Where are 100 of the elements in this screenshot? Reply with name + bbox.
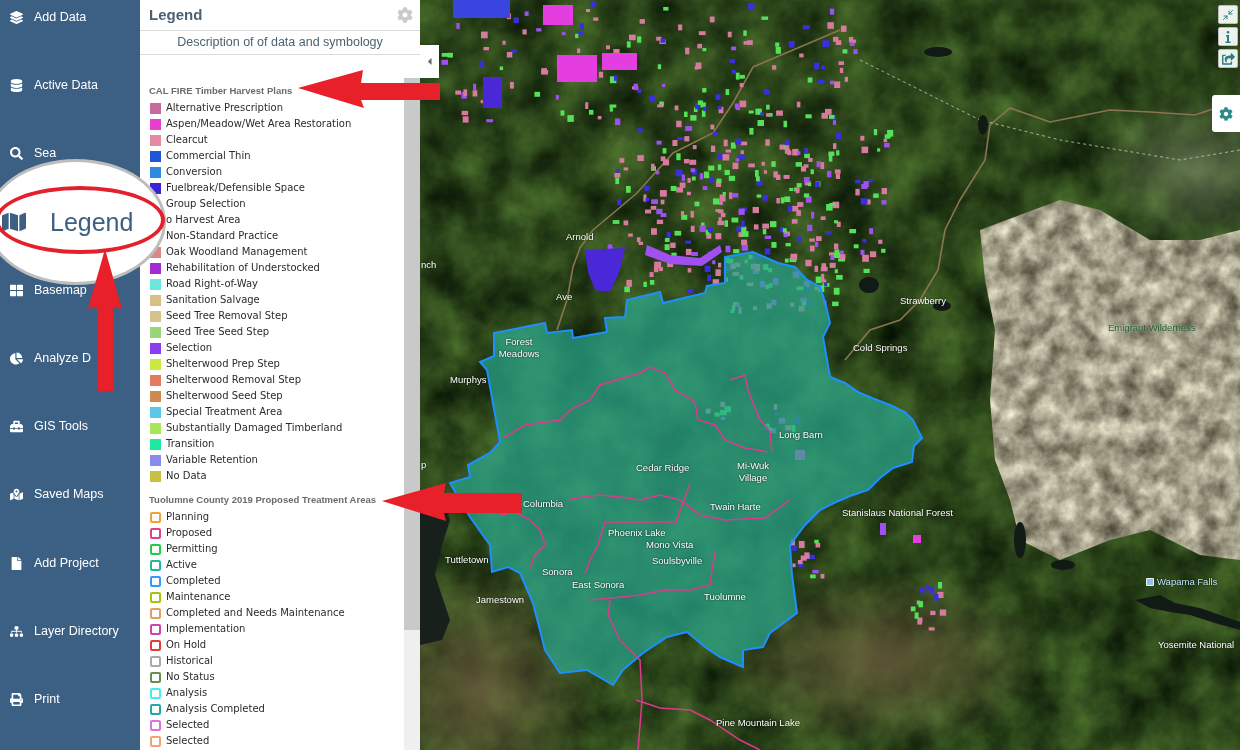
sidebar-item[interactable]: Sea <box>0 147 61 161</box>
map-label: Yosemite National <box>1158 639 1235 651</box>
legend-label: No Status <box>166 671 215 683</box>
sidebar-item[interactable]: GIS Tools <box>0 420 92 434</box>
sidebar-item[interactable]: Active Data <box>0 79 102 93</box>
harvest-area-patch <box>602 53 637 70</box>
sidebar-item[interactable]: Layer Directory <box>0 624 123 638</box>
legend-label: Shelterwood Removal Step <box>166 374 302 386</box>
map-label: Ave <box>556 291 573 303</box>
panel-subtitle: Description of of data and symbology <box>177 34 383 52</box>
legend-label: Active <box>166 559 197 571</box>
share-icon <box>1221 52 1235 65</box>
map-label: East Sonora <box>572 579 625 591</box>
toolbox-icon <box>10 420 23 434</box>
map-label: Arnold <box>566 231 594 243</box>
harvest-area-patch <box>543 5 573 25</box>
legend-label: Variable Retention <box>166 454 258 466</box>
legend-label: Planning <box>166 511 210 523</box>
caret-icon <box>425 56 434 67</box>
map-label: Soulsbyville <box>652 555 703 567</box>
hierarchy-icon <box>10 624 23 638</box>
map-label: p <box>421 459 427 471</box>
legend-label: Substantially Damaged Timberland <box>166 422 343 434</box>
map-label: Stanislaus National Forest <box>842 507 953 519</box>
search-icon <box>10 147 23 161</box>
harvest-area-patch <box>557 55 597 82</box>
map-label: Cold Springs <box>853 342 908 354</box>
magnified-label[interactable]: Legend <box>50 207 134 236</box>
legend-label: Analysis <box>166 687 208 699</box>
sidebar-item[interactable]: Saved Maps <box>0 488 108 502</box>
harvest-patch-cluster <box>860 129 894 154</box>
harvest-patch-cluster <box>910 582 947 631</box>
legend-label: Commercial Thin <box>166 150 251 162</box>
legend-label: Seed Tree Removal Step <box>166 310 288 322</box>
harvest-area-patch <box>913 535 921 543</box>
legend-label: Selected <box>166 735 210 747</box>
map-label: Mono Vista <box>646 539 694 551</box>
legend-label: On Hold <box>166 639 207 651</box>
map-label: Strawberry <box>900 295 946 307</box>
lake <box>1014 522 1026 558</box>
sidebar-item[interactable]: Add Data <box>0 11 91 24</box>
pie-chart-icon <box>10 351 23 365</box>
legend-section-heading: Tuolumne County 2019 Proposed Treatment Areas <box>149 494 377 506</box>
lake <box>1051 560 1075 570</box>
share-button[interactable] <box>1218 49 1238 68</box>
map-label: Long Barn <box>779 429 823 441</box>
settings-icon <box>1219 106 1233 121</box>
legend-label: Shelterwood Prep Step <box>166 358 280 370</box>
harvest-area-patch <box>585 248 625 292</box>
sidebar-item[interactable]: Add Project <box>0 556 103 570</box>
map-label: Phoenix Lake <box>608 527 666 539</box>
diagonal-arrows-icon <box>1222 8 1234 21</box>
lake <box>859 277 879 293</box>
file-icon <box>10 556 23 570</box>
map-label: Emigrant Wilderness <box>1108 322 1196 334</box>
legend-label: Implementation <box>166 623 246 635</box>
minimize-button[interactable] <box>1218 5 1238 24</box>
legend-label: Selected <box>166 719 210 731</box>
info-button[interactable] <box>1218 27 1238 46</box>
map-label: Sonora <box>542 566 573 578</box>
map-label: Pine Mountain Lake <box>716 717 800 729</box>
sidebar-item[interactable]: Analyze D <box>0 351 95 365</box>
map-label: Cedar Ridge <box>636 462 690 474</box>
legend-label: Clearcut <box>166 134 208 146</box>
legend-section-heading: CAL FIRE Timber Harvest Plans <box>149 85 294 97</box>
harvest-area-patch <box>880 523 886 535</box>
map-label: Forest Meadows <box>497 336 541 360</box>
collapse-panel-button[interactable] <box>420 45 439 78</box>
legend-label: Special Treatment Area <box>166 406 283 418</box>
map-marker-icon <box>10 488 23 502</box>
legend-label: Sanitation Salvage <box>166 294 260 306</box>
sidebar-item[interactable]: Print <box>0 692 64 706</box>
legend-label: Conversion <box>166 166 223 178</box>
map-label: Tuolumne <box>704 591 746 603</box>
info-icon <box>1225 30 1231 43</box>
legend-label: Selection <box>166 342 213 354</box>
scrollbar-thumb[interactable] <box>404 78 420 630</box>
legend-label: Road Right-of-Way <box>166 278 258 290</box>
legend-label: Non-Standard Practice <box>166 230 279 242</box>
map-label: Tuttletown <box>445 554 489 566</box>
map-label: Murphys <box>450 374 487 386</box>
legend-label: Analysis Completed <box>166 703 265 715</box>
legend-label: Rehabilitation of Understocked <box>166 262 320 274</box>
harvest-area-patch <box>483 77 502 108</box>
legend-label: Alternative Prescription <box>166 102 284 114</box>
panel-title: Legend <box>149 4 203 25</box>
legend-label: Seed Tree Seed Step <box>166 326 270 338</box>
map-label: Mi-Wuk Village <box>736 460 770 484</box>
legend-label: o Harvest Area <box>166 214 241 226</box>
settings-button[interactable] <box>1212 95 1240 132</box>
grid-icon <box>10 283 23 297</box>
legend-label: Historical <box>166 655 213 667</box>
lake <box>978 115 988 135</box>
legend-label: Aspen/Meadow/Wet Area Restoration <box>166 118 352 130</box>
legend-label: Transition <box>166 438 215 450</box>
sidebar-item[interactable]: Basemap <box>0 283 91 297</box>
database-icon <box>10 79 23 93</box>
map-label: Jamestown <box>476 594 525 606</box>
map-label: Wapama Falls <box>1157 576 1218 588</box>
boundary-line <box>499 511 546 569</box>
